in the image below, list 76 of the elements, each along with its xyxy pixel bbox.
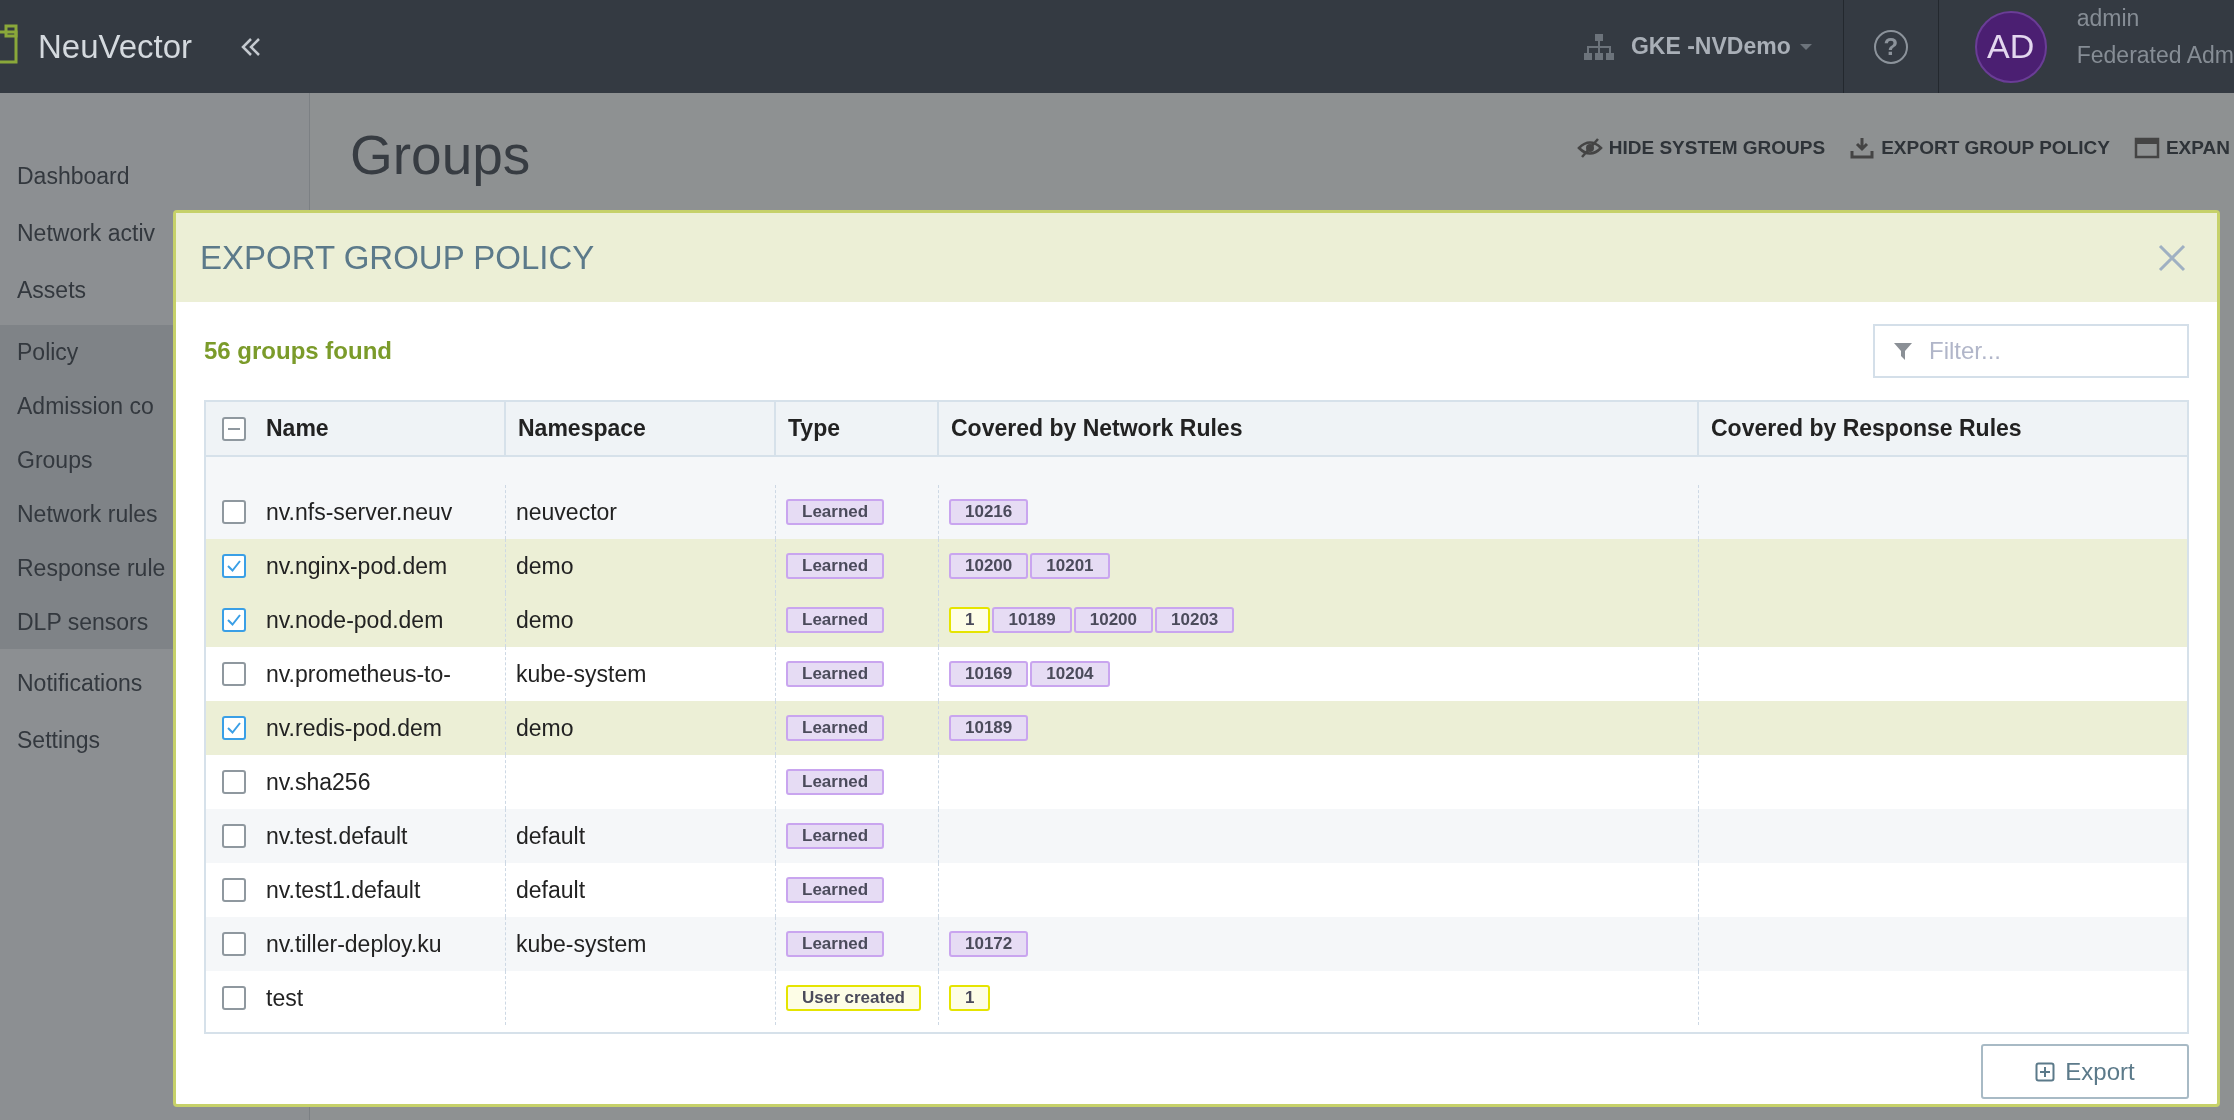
column-header[interactable]: Covered by Network Rules bbox=[951, 415, 1243, 442]
table-cell: test bbox=[266, 984, 304, 1012]
table-cell: kube-system bbox=[516, 930, 647, 958]
plus-square-icon bbox=[2035, 1061, 2056, 1082]
rule-tag: 1 bbox=[949, 985, 991, 1011]
filter-icon bbox=[1893, 341, 1913, 361]
dialog-title: EXPORT GROUP POLICY bbox=[200, 238, 595, 277]
rule-tag: 10200 bbox=[949, 553, 1029, 579]
hierarchy-icon bbox=[1583, 32, 1615, 61]
type-tag: User created bbox=[786, 985, 921, 1011]
row-checkbox[interactable] bbox=[222, 824, 246, 848]
table-cell: nv.sha256 bbox=[266, 768, 371, 796]
toolbar-action[interactable]: EXPAN bbox=[2133, 137, 2230, 159]
row-checkbox[interactable] bbox=[222, 986, 246, 1010]
user-role: Federated Adm bbox=[2076, 41, 2234, 69]
export-button[interactable]: Export bbox=[1981, 1044, 2189, 1099]
rule-tag: 10203 bbox=[1155, 607, 1235, 633]
help-icon[interactable]: ? bbox=[1873, 29, 1908, 64]
table-cell: nv.test.default bbox=[266, 822, 408, 850]
sidebar-item[interactable]: Dashboard bbox=[0, 148, 309, 205]
table-cell: nv.prometheus-to- bbox=[266, 660, 451, 688]
download-icon bbox=[1849, 137, 1876, 159]
hidden-eye-icon bbox=[1576, 137, 1603, 159]
rule-tag: 10189 bbox=[949, 715, 1029, 741]
table-cell: demo bbox=[516, 552, 574, 580]
table-cell: nv.tiller-deploy.ku bbox=[266, 930, 442, 958]
cluster-selector[interactable]: GKE -NVDemo bbox=[1631, 33, 1791, 60]
window-icon bbox=[2133, 137, 2160, 159]
row-checkbox[interactable] bbox=[222, 500, 246, 524]
column-header[interactable]: Type bbox=[788, 415, 840, 442]
toolbar-action[interactable]: HIDE SYSTEM GROUPS bbox=[1576, 137, 1826, 159]
table-cell: kube-system bbox=[516, 660, 647, 688]
user-name: admin bbox=[2076, 4, 2141, 32]
rule-tag: 10169 bbox=[949, 661, 1029, 687]
table-cell: default bbox=[516, 876, 586, 904]
collapse-icon[interactable] bbox=[240, 35, 263, 58]
row-checkbox[interactable] bbox=[222, 608, 246, 632]
page-title: Groups bbox=[350, 123, 531, 187]
table-cell: nv.redis-pod.dem bbox=[266, 714, 442, 742]
type-tag: Learned bbox=[786, 499, 885, 525]
caret-icon bbox=[1798, 41, 1813, 52]
type-tag: Learned bbox=[786, 553, 885, 579]
rule-tag: 10189 bbox=[992, 607, 1072, 633]
select-all-checkbox[interactable] bbox=[222, 416, 246, 441]
type-tag: Learned bbox=[786, 715, 885, 741]
user-avatar[interactable]: AD bbox=[1974, 10, 2047, 83]
rule-tag: 10200 bbox=[1073, 607, 1154, 633]
table-cell: demo bbox=[516, 606, 574, 634]
rule-tag: 1 bbox=[949, 607, 991, 633]
toolbar-action[interactable]: EXPORT GROUP POLICY bbox=[1849, 137, 2110, 159]
table-cell: nv.test1.default bbox=[266, 876, 421, 904]
rule-tag: 10172 bbox=[949, 931, 1029, 957]
rule-tag: 10204 bbox=[1030, 661, 1110, 687]
logo-text: NeuVector bbox=[38, 27, 193, 66]
table-cell: default bbox=[516, 822, 586, 850]
row-checkbox[interactable] bbox=[222, 770, 246, 794]
rule-tag: 10216 bbox=[949, 499, 1029, 525]
type-tag: Learned bbox=[786, 661, 885, 687]
type-tag: Learned bbox=[786, 607, 885, 633]
row-checkbox[interactable] bbox=[222, 932, 246, 956]
type-tag: Learned bbox=[786, 823, 885, 849]
rule-tag: 10201 bbox=[1030, 553, 1110, 579]
minus-icon bbox=[228, 427, 240, 430]
table-cell: neuvector bbox=[516, 498, 617, 526]
table-cell: demo bbox=[516, 714, 574, 742]
type-tag: Learned bbox=[786, 877, 885, 903]
column-header[interactable]: Covered by Response Rules bbox=[1711, 415, 2022, 442]
row-checkbox[interactable] bbox=[222, 554, 246, 578]
row-checkbox[interactable] bbox=[222, 716, 246, 740]
type-tag: Learned bbox=[786, 769, 885, 795]
row-checkbox[interactable] bbox=[222, 878, 246, 902]
type-tag: Learned bbox=[786, 931, 885, 957]
row-checkbox[interactable] bbox=[222, 662, 246, 686]
filter-field[interactable]: Filter... bbox=[1873, 324, 2189, 378]
close-icon[interactable] bbox=[2157, 242, 2187, 273]
column-header[interactable]: Namespace bbox=[518, 415, 646, 442]
